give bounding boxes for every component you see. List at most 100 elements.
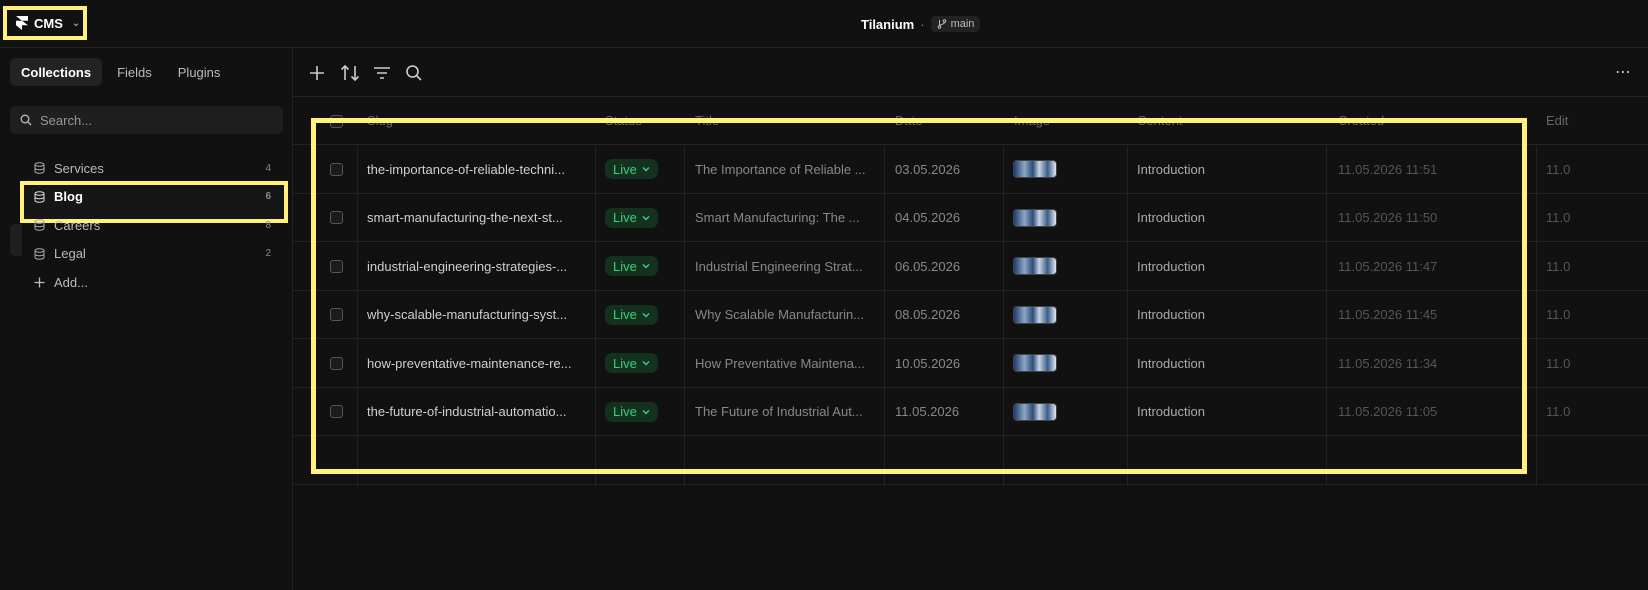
content-cell[interactable]: Introduction xyxy=(1137,242,1205,290)
edited-cell: 11.0 xyxy=(1546,404,1571,419)
table-header: Slug Status Title Date Image Content Cre… xyxy=(293,97,1648,145)
select-all-checkbox[interactable] xyxy=(330,114,343,128)
row-checkbox[interactable] xyxy=(330,405,343,418)
sidebar: Collections Fields Plugins Services 4 Bl… xyxy=(0,48,293,590)
search-input[interactable] xyxy=(40,112,270,128)
chevron-down-icon xyxy=(642,215,650,220)
tab-fields[interactable]: Fields xyxy=(106,58,163,86)
header-edited[interactable]: Edit xyxy=(1546,113,1568,128)
title-cell[interactable]: Smart Manufacturing: The ... xyxy=(695,194,875,242)
cms-menu-button[interactable]: CMS ⌄ xyxy=(3,6,87,40)
content-cell[interactable]: Introduction xyxy=(1137,145,1205,193)
content-cell[interactable]: Introduction xyxy=(1137,388,1205,436)
row-checkbox[interactable] xyxy=(330,308,343,321)
image-thumbnail[interactable] xyxy=(1013,257,1057,275)
tab-plugins[interactable]: Plugins xyxy=(167,58,232,86)
branch-badge[interactable]: main xyxy=(930,16,981,32)
table-row[interactable]: how-preventative-maintenance-re... Live … xyxy=(293,339,1648,388)
chevron-down-icon xyxy=(642,264,650,269)
image-thumbnail[interactable] xyxy=(1013,402,1057,421)
content-cell[interactable]: Introduction xyxy=(1137,339,1205,387)
row-checkbox-cell xyxy=(330,339,343,387)
table-row[interactable]: the-importance-of-reliable-techni... Liv… xyxy=(293,145,1648,194)
table-row[interactable]: the-future-of-industrial-automatio... Li… xyxy=(293,388,1648,436)
table-row[interactable]: industrial-engineering-strategies-... Li… xyxy=(293,242,1648,291)
status-label: Live xyxy=(613,161,637,177)
header-image[interactable]: Image xyxy=(1014,113,1050,128)
created-cell: 11.05.2026 11:34 xyxy=(1338,355,1438,371)
created-cell: 11.05.2026 11:05 xyxy=(1338,404,1438,419)
image-thumbnail[interactable] xyxy=(1013,305,1057,324)
search-icon xyxy=(20,114,32,126)
tab-collections[interactable]: Collections xyxy=(10,58,103,86)
table-row[interactable]: smart-manufacturing-the-next-st... Live … xyxy=(293,194,1648,242)
date-cell[interactable]: 10.05.2026 xyxy=(895,339,960,387)
status-label: Live xyxy=(613,355,637,371)
status-dropdown[interactable]: Live xyxy=(605,256,658,276)
date-cell[interactable]: 06.05.2026 xyxy=(895,242,960,290)
column-divider xyxy=(357,146,358,486)
image-thumbnail[interactable] xyxy=(1013,354,1057,372)
status-cell: Live xyxy=(605,388,658,436)
row-checkbox[interactable] xyxy=(330,211,343,224)
sort-arrows-icon[interactable] xyxy=(340,64,360,82)
slug-cell[interactable]: the-importance-of-reliable-techni... xyxy=(367,145,587,193)
database-icon xyxy=(34,190,45,203)
status-dropdown[interactable]: Live xyxy=(605,207,658,228)
title-cell[interactable]: How Preventative Maintena... xyxy=(695,339,875,387)
row-checkbox[interactable] xyxy=(330,162,343,176)
filter-lines-icon[interactable] xyxy=(373,64,391,82)
title-text: Industrial Engineering Strat... xyxy=(695,258,863,274)
status-label: Live xyxy=(613,210,637,225)
title-cell[interactable]: The Importance of Reliable ... xyxy=(695,145,875,193)
status-dropdown[interactable]: Live xyxy=(605,304,658,325)
item-count: 6 xyxy=(265,191,271,203)
sidebar-item-services[interactable]: Services 4 xyxy=(10,154,283,183)
status-dropdown[interactable]: Live xyxy=(605,159,658,179)
status-label: Live xyxy=(613,307,637,322)
row-checkbox[interactable] xyxy=(330,356,343,370)
sidebar-item-legal[interactable]: Legal 2 xyxy=(10,240,283,269)
header-created[interactable]: Created xyxy=(1338,113,1384,128)
title-cell[interactable]: Industrial Engineering Strat... xyxy=(695,242,875,290)
search-icon[interactable] xyxy=(405,64,423,82)
header-content[interactable]: Content xyxy=(1137,113,1183,128)
status-cell: Live xyxy=(605,194,658,242)
row-checkbox[interactable] xyxy=(330,259,343,273)
sidebar-item-careers[interactable]: Careers 8 xyxy=(10,211,283,240)
date-cell[interactable]: 03.05.2026 xyxy=(895,145,960,193)
table-row[interactable]: why-scalable-manufacturing-syst... Live … xyxy=(293,291,1648,339)
header-slug[interactable]: Slug xyxy=(367,113,393,128)
slug-text: industrial-engineering-strategies-... xyxy=(367,258,568,274)
title-cell[interactable]: Why Scalable Manufacturin... xyxy=(695,291,875,339)
content-cell[interactable]: Introduction xyxy=(1137,194,1205,242)
status-dropdown[interactable]: Live xyxy=(605,401,658,422)
header-status[interactable]: Status xyxy=(605,113,642,128)
content-cell[interactable]: Introduction xyxy=(1137,291,1205,339)
status-dropdown[interactable]: Live xyxy=(605,353,658,373)
slug-cell[interactable]: how-preventative-maintenance-re... xyxy=(367,339,587,387)
header-title[interactable]: Title xyxy=(695,113,719,128)
slug-cell[interactable]: industrial-engineering-strategies-... xyxy=(367,242,587,290)
add-collection-button[interactable]: Add... xyxy=(10,268,283,297)
plus-icon[interactable] xyxy=(308,64,326,82)
row-checkbox-cell xyxy=(330,242,343,290)
date-cell[interactable]: 08.05.2026 xyxy=(895,291,960,339)
slug-cell[interactable]: smart-manufacturing-the-next-st... xyxy=(367,194,587,242)
item-count: 8 xyxy=(265,219,271,231)
column-divider xyxy=(1536,146,1537,486)
edited-cell: 11.0 xyxy=(1546,258,1571,274)
title-cell[interactable]: The Future of Industrial Aut... xyxy=(695,388,875,436)
image-cell xyxy=(1013,194,1057,242)
image-thumbnail[interactable] xyxy=(1013,160,1057,178)
framer-logo-icon xyxy=(16,16,28,30)
header-date[interactable]: Date xyxy=(895,113,922,128)
date-cell[interactable]: 11.05.2026 xyxy=(895,388,959,436)
more-dots-icon[interactable]: ⋯ xyxy=(1615,62,1632,82)
date-cell[interactable]: 04.05.2026 xyxy=(895,194,960,242)
slug-cell[interactable]: why-scalable-manufacturing-syst... xyxy=(367,291,587,339)
status-cell: Live xyxy=(605,145,658,193)
image-thumbnail[interactable] xyxy=(1013,208,1057,227)
sidebar-item-blog[interactable]: Blog 6 xyxy=(10,180,288,222)
slug-cell[interactable]: the-future-of-industrial-automatio... xyxy=(367,388,587,436)
